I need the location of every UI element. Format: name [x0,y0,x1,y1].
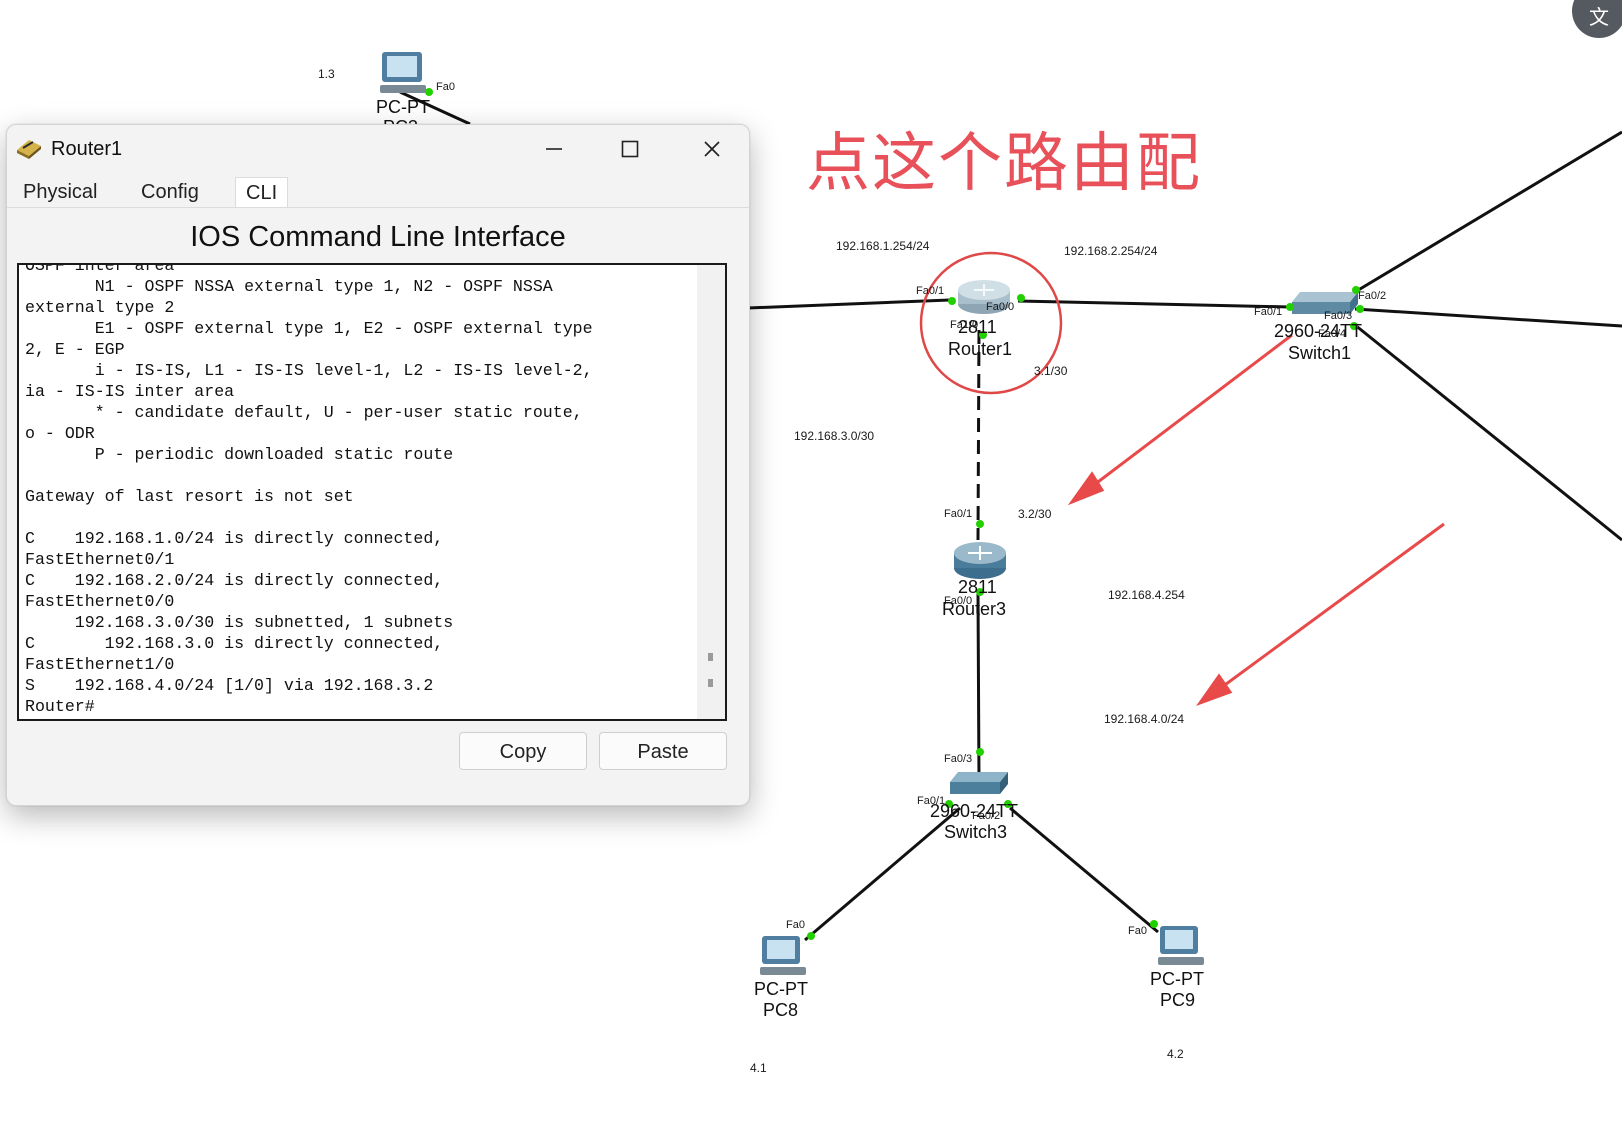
tab-bar: Physical Config CLI [7,177,749,208]
arrow-head-2 [1196,673,1233,707]
red-arrows [1067,333,1445,707]
device-model-label: 2811 [958,317,997,337]
port-label: Fa0/1 [1254,306,1283,318]
port-dot [976,748,984,756]
device-name-label: Switch1 [1288,343,1352,363]
minimize-icon[interactable] [529,131,579,167]
cli-scrollbar[interactable] [697,265,725,719]
pc-icon[interactable] [760,936,806,975]
close-icon[interactable] [687,131,737,167]
cli-output: OSPF inter area N1 - OSPF NSSA external … [25,263,593,716]
link-switch1-right-mid [1354,307,1622,328]
arrow-line-1 [1089,333,1293,490]
arrow-line-2 [1217,522,1445,692]
ip-label: 192.168.4.254 [1108,588,1185,602]
router-app-icon [15,136,43,165]
device-model-label: 2960-24TT [1274,321,1363,341]
device-name-label: PC8 [763,1000,799,1020]
window-titlebar[interactable]: Router1 [7,125,749,171]
port-dot [807,932,815,940]
ip-label: 1.3 [318,67,335,81]
ip-label: 3.2/30 [1018,507,1052,521]
port-label: Fa0/2 [1358,290,1387,302]
port-label: Fa0/1 [916,285,945,297]
ip-label: 192.168.1.254/24 [836,239,930,253]
tab-config[interactable]: Config [131,177,209,207]
port-dot [1150,920,1158,928]
link-router1-router3 [976,329,981,541]
port-dot [948,297,956,305]
scrollbar-up-mark[interactable] [708,653,713,661]
ip-label: 4.1 [750,1061,767,1075]
switch-icon[interactable] [950,772,1008,794]
tab-cli[interactable]: CLI [235,177,289,207]
device-name-label: Router1 [948,339,1013,359]
arrow-head-1 [1067,471,1105,506]
router-icon[interactable] [954,542,1006,579]
ip-label: 192.168.4.0/24 [1104,712,1185,726]
port-label: Fa0/0 [986,301,1015,313]
device-type-label: PC-PT [754,979,808,999]
window-title: Router1 [51,138,123,160]
device-name-label: Router3 [942,599,1007,619]
pc-icon[interactable] [1158,926,1204,965]
device-name-label: PC9 [1160,990,1196,1010]
port-dot [425,88,433,96]
device-model-label: 2960-24TT [930,801,1019,821]
device-model-label: 2811 [958,577,997,597]
device-type-label: PC-PT [1150,969,1204,989]
link-left-router1 [747,298,951,310]
tab-physical[interactable]: Physical [13,177,107,207]
port-label: Fa0 [786,919,805,931]
cli-heading: IOS Command Line Interface [190,221,566,253]
ip-label: 4.2 [1167,1047,1184,1061]
scrollbar-down-mark[interactable] [708,679,713,687]
cli-terminal[interactable]: OSPF inter area N1 - OSPF NSSA external … [17,263,727,721]
link-switch3-pc8 [804,806,961,942]
paste-button[interactable]: Paste [599,732,727,770]
port-dot [1017,294,1025,302]
annotation-text: 点这个路由配 [806,127,1202,201]
link-switch1-right-top [1354,130,1622,294]
port-label: Fa0/3 [944,753,973,765]
ip-label: 3.1/30 [1034,364,1068,378]
device-type-label: PC-PT [376,97,430,117]
port-label: Fa0 [436,81,455,93]
pc-icon[interactable] [380,52,426,93]
ip-label: 192.168.3.0/30 [794,429,875,443]
port-label: Fa0/1 [944,508,973,520]
port-dot [1286,303,1294,311]
copy-button[interactable]: Copy [459,732,587,770]
maximize-icon[interactable] [605,131,655,167]
link-switch1-right-bottom [1354,323,1622,542]
port-dot [1356,305,1364,313]
port-dot [976,520,984,528]
ip-label: 192.168.2.254/24 [1064,244,1158,258]
link-switch3-pc9 [1009,806,1159,934]
port-label: Fa0 [1128,925,1147,937]
device-name-label: Switch3 [944,822,1008,842]
router1-window: Router1 Physical Config CLI IOS Command … [6,124,750,806]
